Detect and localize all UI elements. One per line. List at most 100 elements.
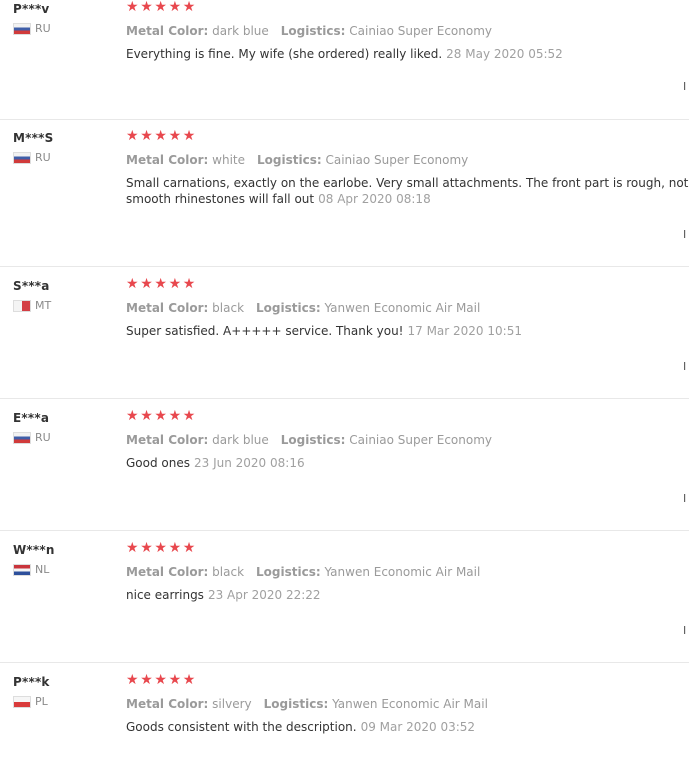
reviewer-name: W***n <box>13 543 55 557</box>
country-code: RU <box>35 151 51 164</box>
attribute-value: Yanwen Economic Air Mail <box>324 565 481 579</box>
attribute-value: Cainiao Super Economy <box>349 24 492 38</box>
star-icon: ★ <box>182 0 196 15</box>
attribute-value: Cainiao Super Economy <box>325 153 469 167</box>
star-icon: ★ <box>154 276 167 292</box>
review-divider <box>0 119 689 120</box>
flag-ru-icon <box>13 151 31 164</box>
star-icon: ★ <box>168 276 182 292</box>
attribute-value: dark blue <box>212 24 269 38</box>
flag-mt-icon <box>13 299 31 312</box>
star-icon: ★ <box>154 672 167 688</box>
star-icon: ★ <box>182 128 196 144</box>
review-date: 08 Apr 2020 08:18 <box>318 192 431 206</box>
attribute-value: dark blue <box>212 433 269 447</box>
review-body: Everything is fine. My wife (she ordered… <box>126 47 443 61</box>
star-icon: ★ <box>140 128 153 144</box>
helpful-button-truncated[interactable]: I <box>683 228 686 241</box>
star-rating: ★ ★ ★ ★ ★ <box>126 128 197 144</box>
reviewer-name: S***a <box>13 279 50 293</box>
star-icon: ★ <box>154 0 167 15</box>
star-rating: ★ ★ ★ ★ ★ <box>126 540 197 556</box>
star-icon: ★ <box>126 0 139 15</box>
attribute-label: Metal Color: <box>126 301 209 315</box>
order-attributes: Metal Color: dark blue Logistics: Cainiao… <box>126 24 504 38</box>
reviewer-country: PL <box>13 695 48 708</box>
attribute-value: Yanwen Economic Air Mail <box>332 697 488 711</box>
flag-ru-icon <box>13 431 31 444</box>
country-code: PL <box>35 695 48 708</box>
attribute-label: Metal Color: <box>126 24 209 38</box>
order-attributes: Metal Color: dark blue Logistics: Cainiao… <box>126 433 504 447</box>
attribute-value: black <box>212 565 245 579</box>
reviewer-country: RU <box>13 151 51 164</box>
reviewer-name: P***v <box>13 2 50 16</box>
review-date: 17 Mar 2020 10:51 <box>407 324 522 338</box>
attribute-label: Metal Color: <box>126 433 209 447</box>
helpful-button-truncated[interactable]: I <box>683 492 686 505</box>
order-attributes: Metal Color: white Logistics: Cainiao Sup… <box>126 153 480 167</box>
order-attributes: Metal Color: black Logistics: Yanwen Econ… <box>126 565 492 579</box>
helpful-button-truncated[interactable]: I <box>683 360 686 373</box>
attribute-label: Logistics: <box>280 24 346 38</box>
star-rating: ★ ★ ★ ★ ★ <box>126 0 197 15</box>
country-code: RU <box>35 431 51 444</box>
star-icon: ★ <box>168 0 182 15</box>
attribute-label: Logistics: <box>257 153 322 167</box>
order-attributes: Metal Color: black Logistics: Yanwen Econ… <box>126 301 492 315</box>
star-rating: ★ ★ ★ ★ ★ <box>126 672 197 688</box>
star-icon: ★ <box>140 0 153 15</box>
star-icon: ★ <box>154 540 167 556</box>
star-icon: ★ <box>168 672 182 688</box>
attribute-label: Metal Color: <box>126 697 209 711</box>
reviewer-country: RU <box>13 22 51 35</box>
star-icon: ★ <box>140 672 153 688</box>
review-text: Goods consistent with the description. 09… <box>126 719 689 735</box>
review-body: Good ones <box>126 456 190 470</box>
review-body: nice earrings <box>126 588 204 602</box>
star-icon: ★ <box>154 128 167 144</box>
reviewer-name: P***k <box>13 675 50 689</box>
star-icon: ★ <box>126 672 139 688</box>
reviewer-name: M***S <box>13 131 54 145</box>
review-date: 28 May 2020 05:52 <box>446 47 563 61</box>
star-icon: ★ <box>126 408 139 424</box>
helpful-button-truncated[interactable]: I <box>683 80 686 93</box>
star-icon: ★ <box>126 276 139 292</box>
star-rating: ★ ★ ★ ★ ★ <box>126 408 197 424</box>
star-rating: ★ ★ ★ ★ ★ <box>126 276 197 292</box>
review-text: Good ones 23 Jun 2020 08:16 <box>126 455 689 471</box>
country-code: NL <box>35 563 50 576</box>
reviewer-country: MT <box>13 299 51 312</box>
star-icon: ★ <box>140 408 153 424</box>
flag-nl-icon <box>13 563 31 576</box>
review-body: Super satisfied. A+++++ service. Thank y… <box>126 324 404 338</box>
star-icon: ★ <box>182 276 196 292</box>
flag-ru-icon <box>13 22 31 35</box>
review-text: Small carnations, exactly on the earlobe… <box>126 175 689 207</box>
star-icon: ★ <box>168 540 182 556</box>
attribute-value: black <box>212 301 245 315</box>
flag-pl-icon <box>13 695 31 708</box>
review-divider <box>0 662 689 663</box>
reviewer-name: E***a <box>13 411 50 425</box>
attribute-label: Metal Color: <box>126 565 209 579</box>
attribute-label: Logistics: <box>263 697 329 711</box>
star-icon: ★ <box>154 408 167 424</box>
attribute-value: silvery <box>212 697 252 711</box>
attribute-label: Logistics: <box>256 565 321 579</box>
feedback-list: P***v RU ★ ★ ★ ★ ★ Metal Color: dark blue Logist… <box>0 0 689 779</box>
order-attributes: Metal Color: silvery Logistics: Yanwen Ec… <box>126 697 500 711</box>
star-icon: ★ <box>182 408 196 424</box>
helpful-button-truncated[interactable]: I <box>683 624 686 637</box>
review-divider <box>0 398 689 399</box>
star-icon: ★ <box>182 672 196 688</box>
attribute-value: Yanwen Economic Air Mail <box>324 301 481 315</box>
attribute-label: Logistics: <box>256 301 321 315</box>
star-icon: ★ <box>182 540 196 556</box>
review-date: 23 Jun 2020 08:16 <box>194 456 305 470</box>
star-icon: ★ <box>168 128 182 144</box>
review-body: Goods consistent with the description. <box>126 720 357 734</box>
review-divider <box>0 266 689 267</box>
country-code: MT <box>35 299 52 312</box>
